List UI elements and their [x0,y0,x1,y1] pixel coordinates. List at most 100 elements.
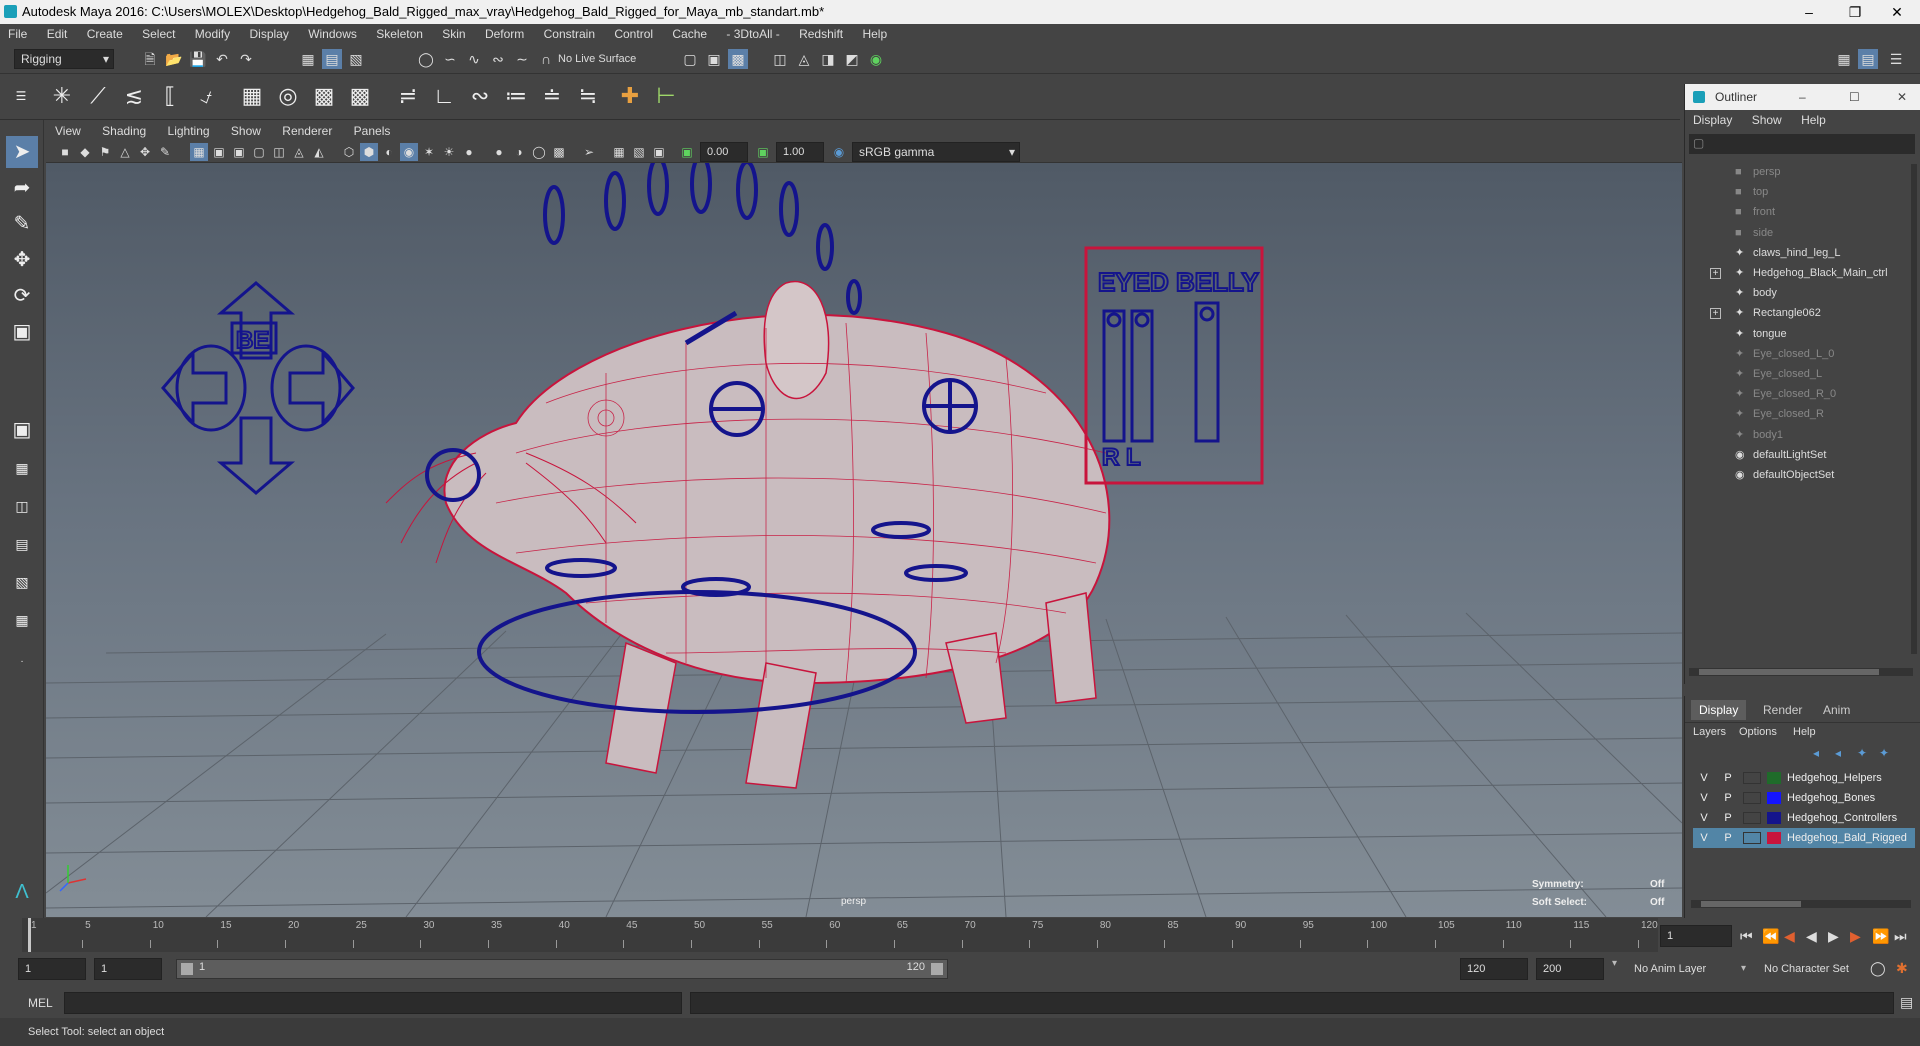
wireframe-icon[interactable]: ⬡ [340,143,358,161]
menu-deform[interactable]: Deform [477,24,532,44]
layer-display-type-toggle[interactable] [1743,832,1761,844]
close-button[interactable]: ✕ [1874,0,1920,24]
layer-row[interactable]: V P Hedgehog_Controllers [1693,808,1915,828]
layer-display-type-toggle[interactable] [1743,792,1761,804]
go-to-start-icon[interactable]: ⏮ [1740,924,1753,948]
move-layer-down-icon[interactable]: ◂ [1835,746,1841,760]
panel-menu-view[interactable]: View [46,121,90,141]
outliner-item[interactable]: ■ side [1685,223,1915,243]
select-tool-icon[interactable]: ➤ [6,136,38,168]
backface-culling-icon[interactable]: ▣ [650,143,668,161]
output-ops-icon[interactable]: ▣ [704,49,724,69]
anim-preferences-icon[interactable]: ✱ [1896,960,1908,977]
bookmark-icon[interactable]: ⚑ [96,143,114,161]
outliner-item[interactable]: ✦ tongue [1685,324,1915,344]
color-management-icon[interactable]: ◉ [830,143,848,161]
layer-scrollbar[interactable] [1691,900,1911,908]
joint-tool-icon[interactable]: ✳ [46,80,78,112]
outliner-maximize-button[interactable]: ☐ [1849,84,1860,110]
image-plane-icon[interactable]: △ [116,143,134,161]
layer-row[interactable]: V P Hedgehog_Bones [1693,788,1915,808]
command-input[interactable] [64,992,682,1014]
menu-redshift[interactable]: Redshift [791,24,851,44]
menu-cache[interactable]: Cache [664,24,715,44]
layer-playback-toggle[interactable]: P [1719,808,1737,828]
script-language-toggle[interactable]: MEL [28,994,53,1012]
menu-windows[interactable]: Windows [300,24,365,44]
menu-display[interactable]: Display [241,24,296,44]
input-ops-icon[interactable]: ▢ [680,49,700,69]
time-slider[interactable]: 1 5 10 15 20 25 30 35 40 45 50 55 60 65 70 75 80 85 90 95 10… [22,918,1658,952]
layer-row[interactable]: V P Hedgehog_Helpers [1693,768,1915,788]
film-gate-icon[interactable]: ▣ [210,143,228,161]
select-hierarchy-icon[interactable]: ▦ [298,49,318,69]
outliner-item[interactable]: ✦ Eye_closed_L [1685,364,1915,384]
layers-menu[interactable]: Layers [1693,726,1726,738]
outliner-item[interactable]: ✦ body [1685,283,1915,303]
layer-display-type-toggle[interactable] [1743,812,1761,824]
aim-constraint-icon[interactable]: ∟ [428,80,460,112]
motion-blur-icon[interactable]: ● [490,143,508,161]
safe-title-icon[interactable]: ◭ [310,143,328,161]
insert-joint-icon[interactable]: ⟦ [154,80,186,112]
wireframe-on-shaded-icon[interactable]: ◐ [380,143,398,161]
expand-icon[interactable]: + [1710,308,1721,320]
range-end-handle[interactable] [931,963,943,975]
screen-space-ao-icon[interactable]: ● [460,143,478,161]
shadows-icon[interactable]: ☀ [440,143,458,161]
ik-handle-icon[interactable]: ⟋ [82,80,114,112]
anim-layer-dropdown[interactable]: No Anim Layer ▾ [1626,958,1750,980]
script-editor-icon[interactable]: ▤ [1900,994,1913,1011]
menu-create[interactable]: Create [79,24,131,44]
move-tool-icon[interactable]: ✥ [6,244,38,276]
outliner-item[interactable]: ■ top [1685,182,1915,202]
grid-toggle-icon[interactable]: ▦ [190,143,208,161]
point-constraint-icon[interactable]: ≓ [392,80,424,112]
outliner-menu-display[interactable]: Display [1685,110,1740,130]
outliner-item[interactable]: + ✦ Rectangle062 [1685,303,1915,323]
auto-key-icon[interactable]: ◯ [1870,960,1886,977]
layer-visibility-toggle[interactable]: V [1695,808,1713,828]
help-menu[interactable]: Help [1793,726,1816,738]
layer-visibility-toggle[interactable]: V [1695,768,1713,788]
menu-3dtoall[interactable]: - 3DtoAll - [718,24,787,44]
cluster-icon[interactable]: ⊢ [650,80,682,112]
snap-point-icon[interactable]: ∿ [464,49,484,69]
mode-dropdown[interactable]: Rigging ▾ [14,49,114,69]
redo-icon[interactable]: ↷ [236,49,256,69]
select-object-icon[interactable]: ▤ [322,49,342,69]
outliner-horizontal-scrollbar[interactable] [1689,668,1913,676]
layer-visibility-toggle[interactable]: V [1695,828,1713,848]
paint-select-tool-icon[interactable]: ✎ [6,208,38,240]
playback-start-field[interactable]: 1 [94,958,162,980]
render-view-icon[interactable]: ◉ [866,49,886,69]
layer-row[interactable]: V P Hedgehog_Bald_Rigged [1693,828,1915,848]
snap-view-icon[interactable]: ∾ [488,49,508,69]
field-chart-icon[interactable]: ◫ [270,143,288,161]
scrollbar-thumb[interactable] [1699,669,1879,675]
hypershade-layout-icon[interactable]: ▧ [6,566,38,598]
menu-help[interactable]: Help [854,24,895,44]
tab-render[interactable]: Render [1755,700,1810,720]
restore-button[interactable]: ❐ [1832,0,1878,24]
persp-outliner-layout-icon[interactable]: ◫ [6,490,38,522]
smooth-shade-icon[interactable]: ⬢ [360,143,378,161]
outliner-menu-help[interactable]: Help [1793,110,1834,130]
persp-uv-layout-icon[interactable]: ▦ [6,604,38,636]
layer-visibility-toggle[interactable]: V [1695,788,1713,808]
character-set-dropdown[interactable]: No Character Set [1756,958,1876,980]
menu-skeleton[interactable]: Skeleton [368,24,431,44]
play-forward-icon[interactable]: ▶ [1828,924,1839,948]
outliner-item[interactable]: ◉ defaultLightSet [1685,445,1915,465]
ik-spline-icon[interactable]: ≲ [118,80,150,112]
layer-color-swatch[interactable] [1767,812,1781,824]
layer-color-swatch[interactable] [1767,832,1781,844]
layer-playback-toggle[interactable]: P [1719,768,1737,788]
play-backward-icon[interactable]: ◀ [1806,924,1817,948]
layer-playback-toggle[interactable]: P [1719,828,1737,848]
menu-edit[interactable]: Edit [39,24,76,44]
new-scene-icon[interactable]: 🗎 [140,49,160,69]
shelf-menu-icon[interactable]: ☰ [14,80,28,112]
lasso-tool-icon[interactable]: ➦ [6,172,38,204]
layout-options-icon[interactable]: · [6,646,38,678]
